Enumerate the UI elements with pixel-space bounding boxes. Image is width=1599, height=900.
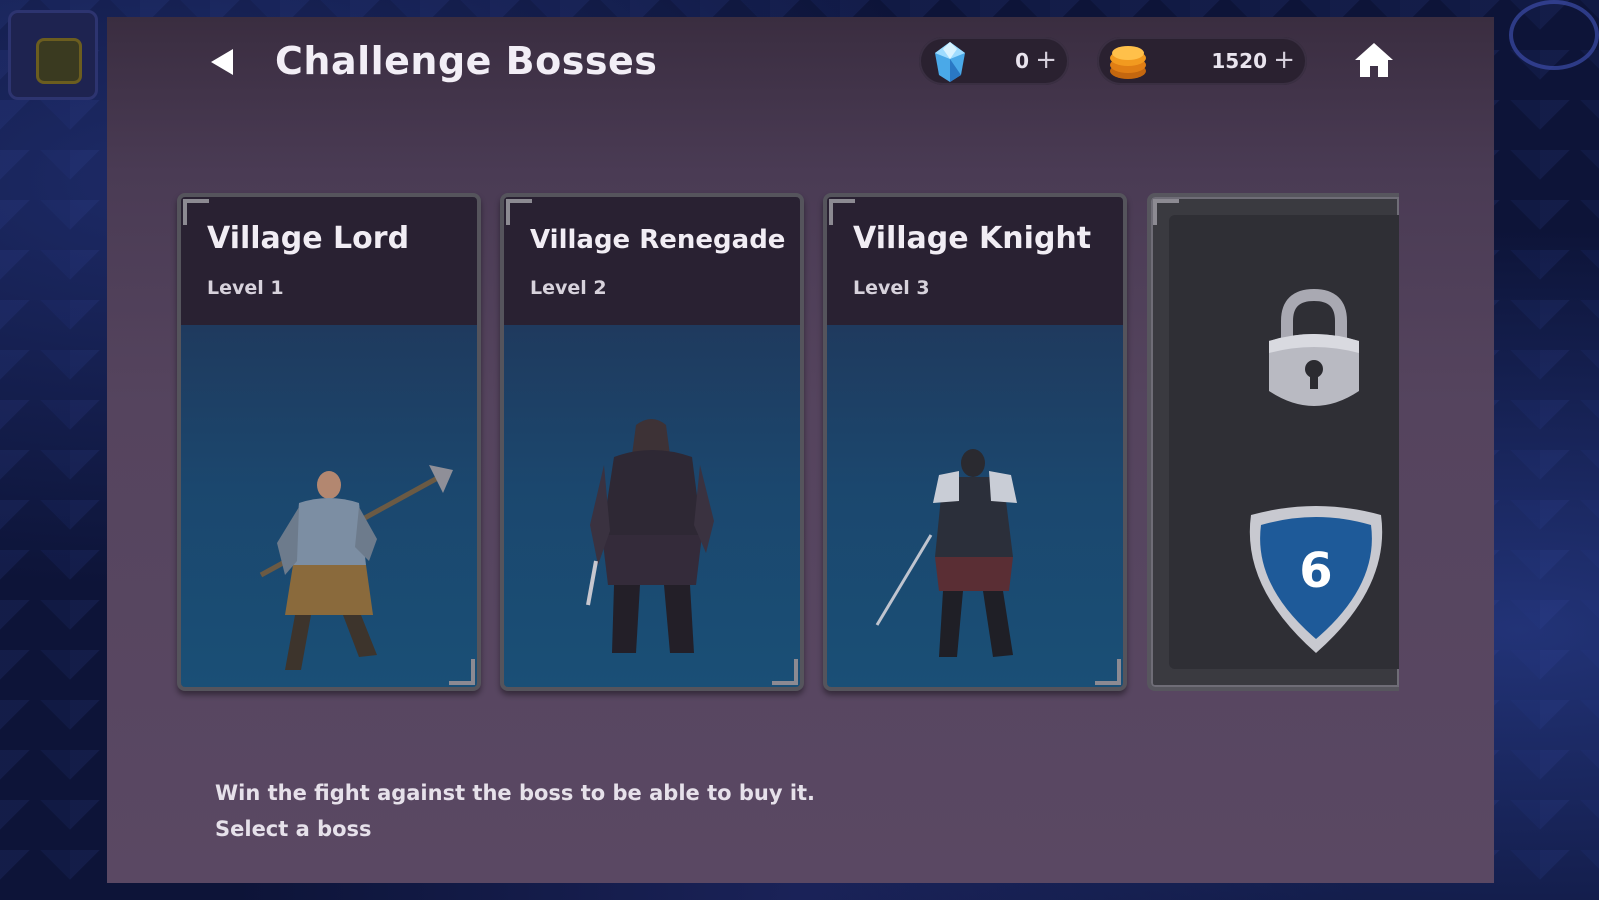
boss-name: Village Renegade (530, 225, 786, 255)
boss-card-village-knight[interactable]: Village Knight Level 3 (823, 193, 1127, 691)
boss-card-village-lord[interactable]: Village Lord Level 1 (177, 193, 481, 691)
boss-portrait (504, 325, 800, 687)
coins-counter: 1520 + (1097, 37, 1307, 85)
gems-value: 0 (1015, 49, 1029, 73)
page-title: Challenge Bosses (275, 39, 658, 83)
card-header: Village Knight Level 3 (827, 197, 1123, 325)
home-button[interactable] (1353, 39, 1395, 81)
coin-stack-icon (1110, 46, 1146, 79)
unlock-message: Win the fight against the boss to be abl… (215, 781, 816, 805)
home-icon (1355, 43, 1393, 77)
card-header: Village Renegade Level 2 (504, 197, 800, 325)
village-lord-figure-icon (259, 465, 453, 670)
gems-counter: 0 + (919, 37, 1069, 85)
back-button[interactable] (205, 45, 239, 79)
background-swirl (1509, 0, 1599, 70)
padlock-icon (1269, 288, 1359, 406)
boss-card-village-renegade[interactable]: Village Renegade Level 2 (500, 193, 804, 691)
panel-header: Challenge Bosses 0 + 1520 + (107, 17, 1494, 107)
card-header: Village Lord Level 1 (181, 197, 477, 325)
background-menu-icon (8, 10, 98, 100)
select-hint: Select a boss (215, 817, 372, 841)
boss-name: Village Lord (207, 221, 410, 256)
required-level-number: 6 (1299, 543, 1333, 599)
coins-value: 1520 (1211, 49, 1267, 73)
locked-boss-card[interactable]: 6 (1147, 193, 1399, 691)
add-coins-button[interactable]: + (1273, 45, 1295, 75)
village-renegade-figure-icon (586, 419, 714, 653)
boss-name: Village Knight (853, 221, 1092, 256)
boss-portrait (181, 325, 477, 687)
challenge-bosses-panel: Challenge Bosses 0 + 1520 + Village Lord… (107, 17, 1494, 883)
required-level-badge: 6 (1231, 497, 1399, 657)
boss-level: Level 1 (207, 277, 284, 299)
locked-card-inner: 6 (1169, 215, 1399, 669)
boss-portrait (827, 325, 1123, 687)
village-knight-figure-icon (875, 449, 1017, 657)
boss-level: Level 2 (530, 277, 607, 299)
back-arrow-icon (211, 49, 233, 75)
add-gems-button[interactable]: + (1035, 45, 1057, 75)
gem-icon (935, 42, 965, 82)
boss-level: Level 3 (853, 277, 930, 299)
